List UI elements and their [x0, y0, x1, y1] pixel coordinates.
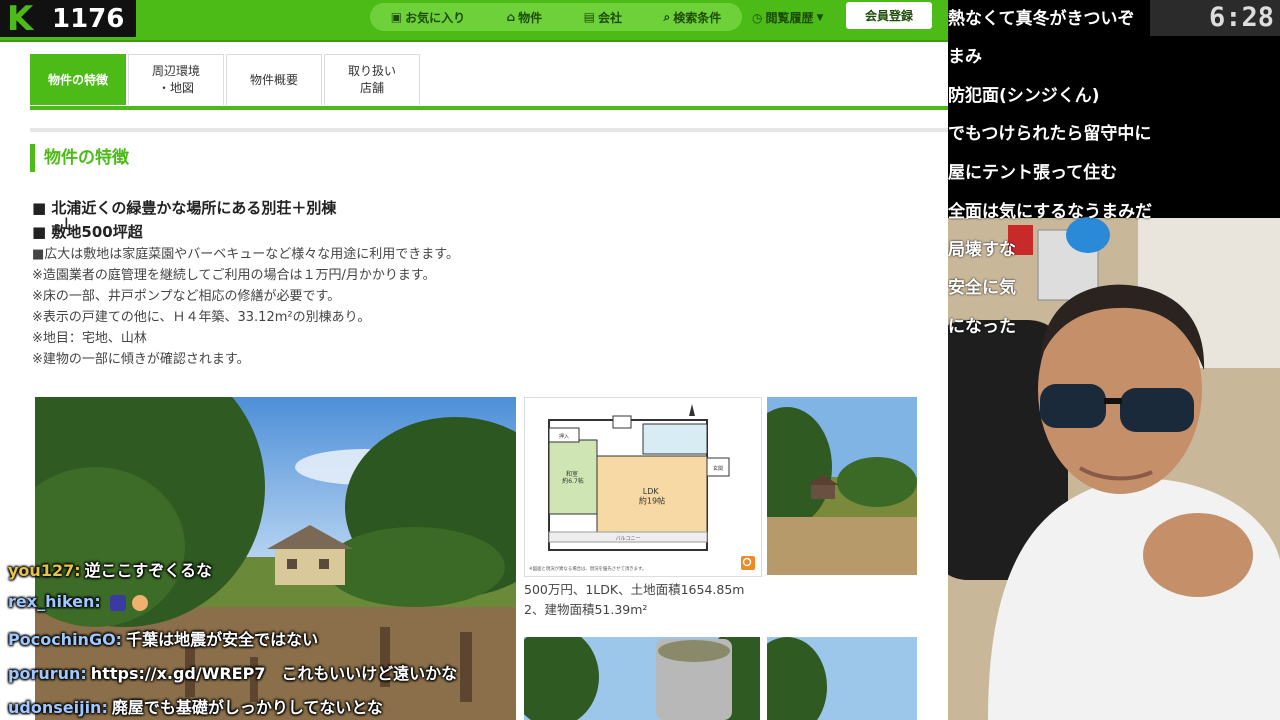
history-dropdown[interactable]: ◷ 閲覧履歴 ▼ [752, 9, 823, 26]
section-title: 物件の特徴 [30, 144, 129, 172]
chat-message: udonseijin: 廃屋でも基礎がしっかりしてないとな [8, 694, 383, 718]
danmaku-comment: 防犯面(シンジくん) [948, 86, 1100, 106]
tab-features[interactable]: 物件の特徴 [30, 54, 126, 105]
chat-username: you127: [8, 561, 81, 580]
label-line: 約6.7帖 [562, 477, 584, 485]
nav-label: 物件 [518, 10, 543, 25]
viewer-count: 1176 [52, 3, 125, 34]
nav-label: お気に入り [405, 10, 466, 25]
chat-message: porurun: https://x.gd/WREP7 これもいいけど遠いかな [8, 660, 457, 684]
site-header: K 1176 ▣ お気に入り ⌂ 物件 ▤ 会社 ⌕ 検索条件 ◷ 閲覧履歴 ▼… [0, 0, 948, 42]
chevron-down-icon: ▼ [816, 12, 824, 23]
chat-username: PocochinGO: [8, 630, 123, 649]
chat-username: rex_hiken: [8, 592, 101, 611]
feature-line: ※地目：宅地、山林 [32, 331, 147, 346]
floorplan-drawing: 和室 約6.7帖 LDK 約19帖 押入 玄関 バルコニー ※図面と現況が異なる… [529, 404, 755, 572]
tab-overview[interactable]: 物件概要 [226, 54, 322, 105]
caption-line: 2、建物面積51.39m² [524, 602, 648, 617]
search-icon: ⌕ [663, 9, 671, 24]
site-logo[interactable]: K 1176 [0, 0, 136, 39]
floorplan-note: ※図面と現況が異なる場合は、現況を優先させて頂きます。 [529, 565, 646, 572]
chat-text: 逆ここすぞくるな [84, 561, 212, 580]
feature-line: ※表示の戸建ての他に、Ｈ４年築、33.12m²の別棟あり。 [32, 310, 371, 325]
features-list: ■ 北浦近くの緑豊かな場所にある別荘＋別棟 ■ 敷地500坪超 ■広大は敷地は家… [32, 196, 622, 370]
nav-favorites[interactable]: ▣ お気に入り [391, 9, 465, 26]
property-caption: 500万円、1LDK、土地面積1654.85m 2、建物面積51.39m² [524, 580, 764, 620]
danmaku-comment: 熱なくて真冬がきついぞ [948, 9, 1135, 29]
danmaku-comment: になった [948, 317, 1016, 337]
feature-headline: ■ 敷地500坪超 [32, 223, 143, 241]
building-icon: ▤ [583, 10, 595, 24]
divider [30, 128, 948, 132]
room-balcony: バルコニー [616, 536, 641, 542]
feature-headline: ■ 北浦近くの緑豊かな場所にある別荘＋別棟 [32, 199, 337, 217]
chat-username: udonseijin: [8, 698, 108, 717]
feature-line: ※床の一部、井戸ポンプなど相応の修繕が必要です。 [32, 289, 341, 304]
property-photo-thumb[interactable] [524, 637, 760, 720]
home-icon: ⌂ [506, 10, 516, 24]
stream-panel: 熱なくて真冬がきついぞ まみ 防犯面(シンジくん) でもつけられたら留守中に 屋… [948, 0, 1280, 720]
tab-surroundings-map[interactable]: 周辺環境 ・地図 [128, 54, 224, 105]
logo-mark: K [6, 0, 34, 39]
history-clock-icon: ◷ [752, 10, 763, 25]
danmaku-comment: 全面は気にするなうまみだ [948, 202, 1153, 222]
danmaku-comment: 局壊すな [948, 240, 1016, 260]
chat-username: porurun: [8, 664, 87, 683]
detail-tabs: 物件の特徴 周辺環境 ・地図 物件概要 取り扱い 店舗 [30, 54, 948, 110]
room-entrance: 玄関 [713, 465, 723, 472]
main-nav: ▣ お気に入り ⌂ 物件 ▤ 会社 ⌕ 検索条件 [370, 3, 742, 31]
stream-clock: 6:28 [1150, 0, 1280, 36]
feature-line: ※造園業者の庭管理を継続してご利用の場合は１万円/月かかります。 [32, 268, 436, 283]
heart-box-icon: ▣ [390, 10, 403, 24]
member-register-button[interactable]: 会員登録 [846, 2, 932, 29]
feature-line: ■広大は敷地は家庭菜園やバーベキューなど様々な用途に利用できます。 [32, 247, 459, 262]
emote-icon [110, 594, 127, 611]
nav-label: 会社 [597, 10, 622, 25]
feature-line: ※建物の一部に傾きが確認されます。 [32, 352, 250, 367]
emote-icon [131, 594, 148, 611]
tab-handling-store[interactable]: 取り扱い 店舗 [324, 54, 420, 105]
streamer-webcam [948, 217, 1280, 720]
nav-company[interactable]: ▤ 会社 [584, 9, 622, 26]
danmaku-comment: まみ [948, 47, 982, 67]
chat-text: 千葉は地震が安全ではない [126, 630, 319, 649]
nav-search-conditions[interactable]: ⌕ 検索条件 [663, 9, 721, 26]
chat-message: you127: 逆ここすぞくるな [8, 557, 212, 581]
property-photo-thumb[interactable] [767, 637, 917, 720]
caption-line: 500万円、1LDK、土地面積1654.85m [524, 582, 745, 597]
nav-properties[interactable]: ⌂ 物件 [507, 9, 543, 26]
north-arrow-icon [689, 404, 695, 416]
property-photo-thumb[interactable] [767, 397, 917, 575]
history-label: 閲覧履歴 [765, 11, 814, 25]
room-oshi: 押入 [559, 433, 569, 440]
text-cursor-icon: I [64, 214, 69, 233]
label-line: 約19帖 [639, 496, 665, 506]
garden-photo [767, 397, 917, 575]
chat-message: PocochinGO: 千葉は地震が安全ではない [8, 626, 318, 650]
danmaku-comment: 屋にテント張って住む [948, 163, 1118, 183]
chat-text: https://x.gd/WREP7 これもいいけど遠いかな [90, 664, 458, 683]
chat-text: 廃屋でも基礎がしっかりしてないとな [111, 698, 383, 717]
room-ldk: LDK 約19帖 [639, 487, 665, 506]
tank-photo [524, 637, 760, 720]
floorplan-image[interactable]: 和室 約6.7帖 LDK 約19帖 押入 玄関 バルコニー ※図面と現況が異なる… [524, 397, 762, 577]
trees-photo [767, 637, 917, 720]
nav-label: 検索条件 [673, 10, 722, 25]
chat-message: rex_hiken: [8, 592, 148, 611]
danmaku-comment: でもつけられたら留守中に [948, 124, 1152, 144]
danmaku-comment: 安全に気 [948, 278, 1016, 298]
